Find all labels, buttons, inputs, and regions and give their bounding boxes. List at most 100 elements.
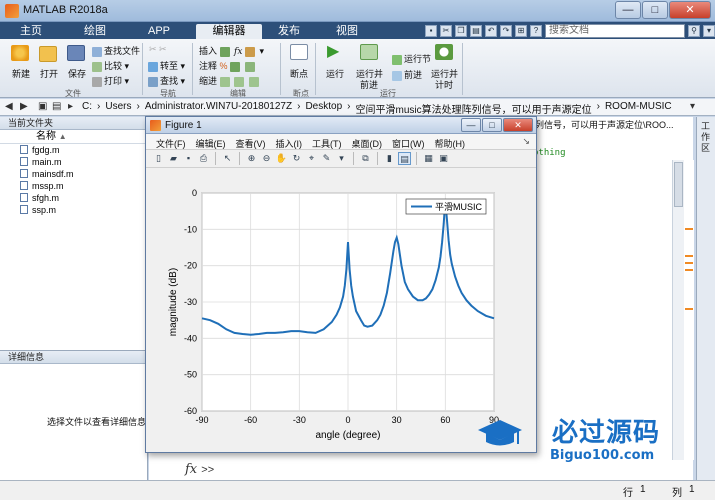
menu-edit[interactable]: 编辑(E) (192, 134, 232, 149)
list-item[interactable]: main.m (0, 156, 147, 168)
figure-maximize-button[interactable]: □ (482, 118, 502, 132)
name-column-header[interactable]: 名称 ▲ (0, 130, 147, 144)
browse-folder-icon[interactable]: ▤ (52, 101, 61, 112)
warning-mark[interactable] (685, 255, 693, 257)
code-fragment[interactable]: othing (533, 148, 566, 158)
close-button[interactable]: ✕ (669, 1, 711, 19)
tab-view[interactable]: 视图 (322, 24, 372, 39)
save-figure-icon[interactable]: ▪ (182, 152, 195, 165)
advance-button[interactable]: 前进 (392, 68, 422, 81)
show-plot-tools-icon[interactable]: ▣ (437, 152, 450, 165)
paste-quick-icon[interactable]: ▤ (470, 24, 482, 37)
comment-button[interactable]: 注释 % (199, 59, 257, 72)
new-figure-icon[interactable]: ▯ (152, 152, 165, 165)
menu-insert[interactable]: 插入(I) (272, 134, 309, 149)
redo-quick-icon[interactable]: ↷ (500, 24, 512, 37)
command-prompt[interactable]: fx >> (185, 462, 214, 477)
help-quick-icon[interactable]: ? (530, 24, 542, 37)
percent-icon: % (219, 61, 228, 71)
breakpoints-button[interactable]: 断点 (290, 67, 308, 80)
figure-window[interactable]: Figure 1 — □ ✕ 文件(F) 编辑(E) 查看(V) 插入(I) 工… (145, 116, 537, 453)
expand-icon[interactable]: ▾ (703, 24, 715, 37)
legend[interactable]: 平滑MUSIC (405, 198, 487, 215)
tab-home[interactable]: 主页 (6, 24, 56, 39)
pan-icon[interactable]: ✋ (275, 152, 288, 165)
save-button[interactable]: 保存 (68, 67, 86, 80)
warning-mark[interactable] (685, 308, 693, 310)
section-divider (280, 43, 281, 95)
uncomment-icon (244, 61, 255, 72)
print-button[interactable]: 打印 ▾ (92, 74, 129, 87)
cut-icon[interactable]: ✂ ✂ (149, 44, 167, 55)
breadcrumb-project[interactable]: 空间平滑music算法处理阵列信号，可以用于声源定位 (355, 101, 591, 116)
tab-editor[interactable]: 编辑器 (196, 24, 262, 39)
save-quick-icon[interactable]: ▪ (425, 24, 437, 37)
indent-button[interactable]: 缩进 (199, 74, 261, 87)
tab-publish[interactable]: 发布 (264, 24, 314, 39)
open-button[interactable]: 打开 (40, 67, 58, 80)
list-item[interactable]: ssp.m (0, 204, 147, 216)
list-item[interactable]: mssp.m (0, 180, 147, 192)
goto-button[interactable]: 转至 ▾ (148, 59, 185, 72)
details-panel: 详细信息 选择文件以查看详细信息 (0, 350, 148, 492)
warning-mark[interactable] (685, 262, 693, 264)
link-plot-icon[interactable]: ⧉ (359, 152, 372, 165)
data-cursor-icon[interactable]: ⌖ (305, 152, 318, 165)
menu-desktop[interactable]: 桌面(D) (348, 134, 389, 149)
search-input[interactable]: 搜索文档 (545, 23, 685, 38)
zoom-in-icon[interactable]: ⊕ (245, 152, 258, 165)
legend-icon[interactable]: ▤ (398, 152, 411, 165)
breadcrumb-room-music[interactable]: ROOM-MUSIC (605, 101, 672, 116)
insert-button[interactable]: 插入 fx ▾ (199, 44, 264, 57)
figure-close-button[interactable]: ✕ (503, 118, 533, 132)
dock-arrow-icon[interactable]: ↘ (522, 136, 530, 147)
breadcrumb-desktop[interactable]: Desktop (305, 101, 342, 116)
list-item[interactable]: fgdg.m (0, 144, 147, 156)
maximize-button[interactable]: □ (642, 1, 668, 19)
run-section-button[interactable]: 运行节 (392, 52, 431, 65)
breadcrumb-user[interactable]: Administrator.WIN7U-20180127Z (145, 101, 292, 116)
breadcrumb-users[interactable]: Users (105, 101, 131, 116)
find-button[interactable]: 查找 ▾ (148, 74, 185, 87)
hide-plot-tools-icon[interactable]: ▦ (422, 152, 435, 165)
open-file-icon[interactable]: ▰ (167, 152, 180, 165)
list-item[interactable]: sfgh.m (0, 192, 147, 204)
forward-icon[interactable]: ▶ (20, 101, 28, 112)
current-folder-title: 当前文件夹 (0, 117, 147, 130)
tab-apps[interactable]: APP (134, 24, 184, 39)
cut-quick-icon[interactable]: ✂ (440, 24, 452, 37)
search-icon[interactable]: ⚲ (688, 24, 700, 37)
list-item[interactable]: mainsdf.m (0, 168, 147, 180)
section-divider (192, 43, 193, 95)
address-dropdown-icon[interactable]: ▾ (690, 101, 695, 112)
run-button[interactable]: 运行 (326, 67, 344, 80)
print-figure-icon[interactable]: ⎙ (197, 152, 210, 165)
figure-minimize-button[interactable]: — (461, 118, 481, 132)
switch-window-icon[interactable]: ⊞ (515, 24, 527, 37)
undo-quick-icon[interactable]: ↶ (485, 24, 497, 37)
edit-plot-icon[interactable]: ↖ (221, 152, 234, 165)
tab-plots[interactable]: 绘图 (70, 24, 120, 39)
minimize-button[interactable]: — (615, 1, 641, 19)
brush-icon[interactable]: ✎ (320, 152, 333, 165)
warning-mark[interactable] (685, 228, 693, 230)
copy-quick-icon[interactable]: ❐ (455, 24, 467, 37)
menu-help[interactable]: 帮助(H) (431, 134, 472, 149)
menu-file[interactable]: 文件(F) (152, 134, 192, 149)
zoom-out-icon[interactable]: ⊖ (260, 152, 273, 165)
menu-window[interactable]: 窗口(W) (388, 134, 431, 149)
back-icon[interactable]: ◀ (5, 101, 13, 112)
brush-dropdown-icon[interactable]: ▾ (335, 152, 348, 165)
figure-title-bar[interactable]: Figure 1 — □ ✕ (146, 117, 536, 134)
scrollbar-thumb[interactable] (674, 162, 683, 207)
breadcrumb-drive[interactable]: C: (82, 101, 92, 116)
find-files-button[interactable]: 查找文件 (92, 44, 140, 57)
warning-mark[interactable] (685, 269, 693, 271)
menu-view[interactable]: 查看(V) (232, 134, 272, 149)
menu-tools[interactable]: 工具(T) (308, 134, 348, 149)
rotate-icon[interactable]: ↻ (290, 152, 303, 165)
compare-button[interactable]: 比较 ▾ (92, 59, 129, 72)
colorbar-icon[interactable]: ▮ (383, 152, 396, 165)
up-folder-icon[interactable]: ▣ (38, 101, 47, 112)
new-button[interactable]: 新建 (12, 67, 30, 80)
